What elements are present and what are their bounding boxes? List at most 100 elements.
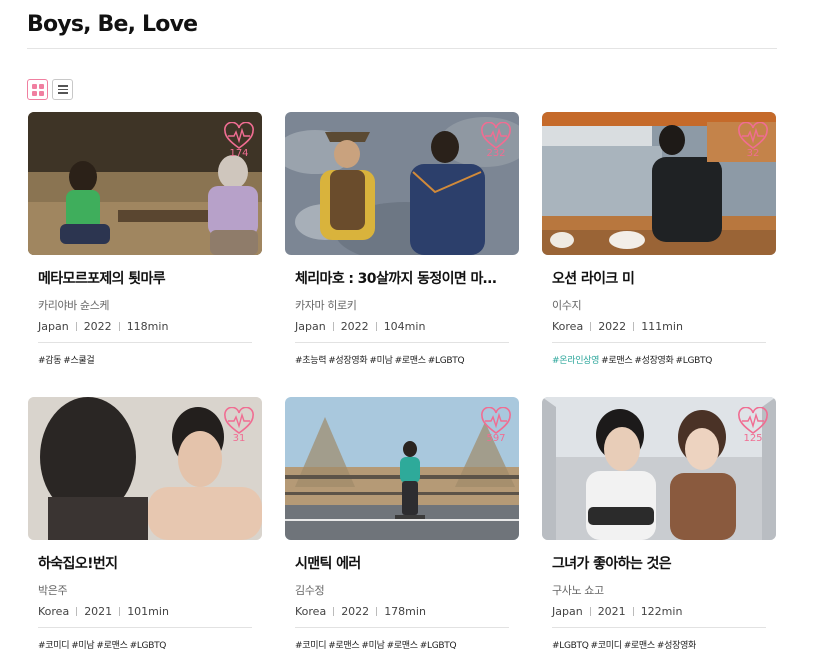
movie-runtime: 178min — [384, 605, 426, 618]
meta-separator — [590, 322, 592, 331]
meta-separator — [589, 607, 591, 616]
heart-pulse-icon — [738, 122, 768, 149]
card-divider — [295, 342, 509, 343]
movie-title[interactable]: 메타모르포제의 툇마루 — [38, 268, 252, 288]
movie-poster[interactable]: 597 — [285, 397, 519, 540]
heart-pulse-icon — [481, 122, 511, 149]
movie-meta: Japan 2022 104min — [295, 320, 509, 333]
tag-link[interactable]: #미남 — [369, 356, 393, 366]
movie-poster[interactable]: 125 — [542, 397, 776, 540]
tag-link[interactable]: #미남 — [361, 641, 385, 651]
tag-link[interactable]: #코미디 — [591, 641, 622, 651]
like-count: 125 — [743, 433, 763, 444]
movie-card[interactable]: 32 오션 라이크 미 이수지 Korea 2022 111min #온라인상영… — [542, 112, 776, 366]
tag-link[interactable]: #미남 — [71, 641, 95, 651]
movie-title[interactable]: 하숙집오!번지 — [38, 553, 252, 573]
like-badge[interactable]: 597 — [479, 407, 513, 444]
tag-link[interactable]: #LGBTQ — [676, 356, 713, 366]
meta-separator — [75, 322, 77, 331]
movie-card[interactable]: 125 그녀가 좋아하는 것은 구사노 쇼고 Japan 2021 122min… — [542, 397, 776, 651]
title-divider — [27, 48, 777, 49]
meta-separator — [119, 607, 121, 616]
movie-card[interactable]: 174 메타모르포제의 툇마루 카리야바 슌스케 Japan 2022 118m… — [28, 112, 262, 366]
like-count: 174 — [229, 148, 249, 159]
like-count: 597 — [486, 433, 506, 444]
tag-link[interactable]: #스쿨걸 — [63, 356, 94, 366]
tag-link[interactable]: #성장영화 — [328, 356, 367, 366]
tag-link[interactable]: #로맨스 — [96, 641, 127, 651]
heart-pulse-icon — [224, 407, 254, 434]
tag-link[interactable]: #로맨스 — [601, 356, 632, 366]
like-count: 31 — [232, 433, 246, 444]
like-badge[interactable]: 125 — [736, 407, 770, 444]
page-title: Boys, Be, Love — [27, 12, 198, 37]
movie-title[interactable]: 그녀가 좋아하는 것은 — [552, 553, 766, 573]
movie-country: Japan — [295, 320, 326, 333]
movie-tags: #감동 #스쿨걸 — [28, 353, 262, 366]
movie-runtime: 118min — [126, 320, 169, 333]
movie-title[interactable]: 오션 라이크 미 — [552, 268, 766, 288]
movie-card[interactable]: 232 체리마호 : 30살까지 동정이면 마법사가 될 수 있대 카자마 히로… — [285, 112, 519, 366]
grid-view-button[interactable] — [27, 79, 48, 100]
like-badge[interactable]: 232 — [479, 122, 513, 159]
movie-director: 카자마 히로키 — [295, 299, 357, 312]
movie-country: Japan — [552, 605, 583, 618]
movie-meta: Korea 2022 111min — [552, 320, 766, 333]
tag-link[interactable]: #LGBTQ — [428, 356, 465, 366]
movie-tags: #LGBTQ #코미디 #로맨스 #성장영화 — [542, 638, 776, 651]
movie-year: 2022 — [341, 605, 370, 618]
like-badge[interactable]: 174 — [222, 122, 256, 159]
meta-separator — [333, 607, 335, 616]
movie-tags: #온라인상영 #로맨스 #성장영화 #LGBTQ — [542, 353, 776, 366]
list-view-button[interactable] — [52, 79, 73, 100]
tag-link[interactable]: #LGBTQ — [552, 641, 589, 651]
movie-runtime: 111min — [641, 320, 683, 333]
movie-poster[interactable]: 32 — [542, 112, 776, 255]
tag-link[interactable]: #성장영화 — [634, 356, 673, 366]
movie-director: 이수지 — [552, 299, 582, 312]
heart-pulse-icon — [224, 122, 254, 149]
meta-separator — [118, 322, 120, 331]
movie-title[interactable]: 체리마호 : 30살까지 동정이면 마법사가 될 수 있대 — [295, 268, 509, 288]
meta-separator — [376, 607, 378, 616]
tag-link[interactable]: #온라인상영 — [552, 356, 599, 366]
movie-meta: Korea 2021 101min — [38, 605, 252, 618]
tag-link[interactable]: #로맨스 — [395, 356, 426, 366]
tag-link[interactable]: #로맨스 — [328, 641, 359, 651]
tag-link[interactable]: #로맨스 — [387, 641, 418, 651]
movie-runtime: 104min — [383, 320, 426, 333]
meta-separator — [76, 607, 78, 616]
movie-title[interactable]: 시맨틱 에러 — [295, 553, 509, 573]
movie-year: 2021 — [597, 605, 626, 618]
meta-separator — [633, 322, 635, 331]
grid-icon — [31, 83, 44, 96]
card-divider — [552, 342, 766, 343]
tag-link[interactable]: #감동 — [38, 356, 62, 366]
tag-link[interactable]: #LGBTQ — [420, 641, 457, 651]
tag-link[interactable]: #코미디 — [295, 641, 326, 651]
card-divider — [295, 627, 509, 628]
movie-poster[interactable]: 174 — [28, 112, 262, 255]
card-divider — [38, 342, 252, 343]
like-badge[interactable]: 31 — [222, 407, 256, 444]
movie-tags: #코미디 #로맨스 #미남 #로맨스 #LGBTQ — [285, 638, 519, 651]
movie-country: Korea — [552, 320, 584, 333]
view-toggle — [27, 79, 73, 100]
like-badge[interactable]: 32 — [736, 122, 770, 159]
movie-director: 구사노 쇼고 — [552, 584, 604, 597]
movie-runtime: 101min — [127, 605, 169, 618]
list-icon — [57, 85, 68, 94]
movie-poster[interactable]: 31 — [28, 397, 262, 540]
movie-tags: #초능력 #성장영화 #미남 #로맨스 #LGBTQ — [285, 353, 519, 366]
meta-separator — [332, 322, 334, 331]
movie-card[interactable]: 597 시맨틱 에러 김수정 Korea 2022 178min #코미디 #로맨… — [285, 397, 519, 651]
movie-director: 김수정 — [295, 584, 325, 597]
tag-link[interactable]: #LGBTQ — [130, 641, 167, 651]
meta-separator — [375, 322, 377, 331]
movie-card[interactable]: 31 하숙집오!번지 박은주 Korea 2021 101min #코미디 #미남… — [28, 397, 262, 651]
movie-poster[interactable]: 232 — [285, 112, 519, 255]
tag-link[interactable]: #로맨스 — [624, 641, 655, 651]
tag-link[interactable]: #초능력 — [295, 356, 326, 366]
tag-link[interactable]: #코미디 — [38, 641, 69, 651]
tag-link[interactable]: #성장영화 — [657, 641, 696, 651]
